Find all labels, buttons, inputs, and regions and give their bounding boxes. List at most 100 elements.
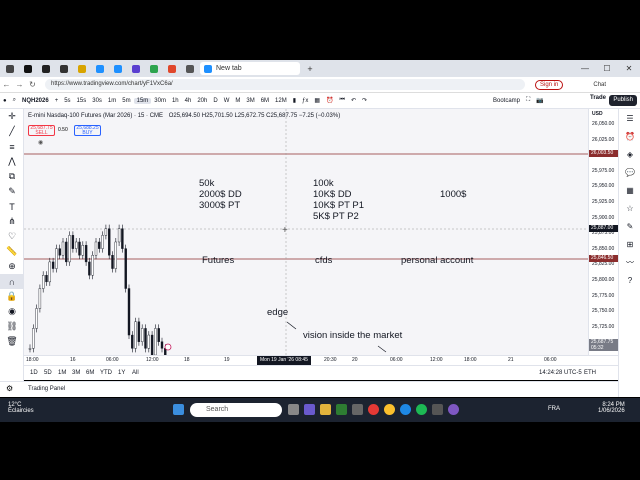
alert-icon[interactable]: ⏰: [323, 97, 336, 104]
arrow-vision[interactable]: [377, 345, 387, 353]
range-1D[interactable]: 1D: [30, 370, 38, 376]
buy-button[interactable]: 25,688.25 BUY: [74, 125, 101, 136]
browser-tab[interactable]: [74, 62, 90, 75]
layout-name[interactable]: Bootcamp: [490, 98, 523, 104]
watchlist-icon[interactable]: ☰: [619, 109, 640, 127]
crosshair-icon[interactable]: ✛: [0, 109, 24, 124]
interval-4h[interactable]: 4h: [182, 98, 195, 104]
browser-tab[interactable]: [56, 62, 72, 75]
note-futures[interactable]: Futures: [202, 255, 234, 266]
chart-pane[interactable]: + E-mini Nasdaq-100 Futures (Mar 2026) ·…: [24, 109, 588, 355]
forward-icon[interactable]: →: [13, 80, 26, 89]
note-personal[interactable]: personal account: [401, 255, 473, 266]
maximize-icon[interactable]: ☐: [596, 64, 618, 73]
arrow-edge[interactable]: [286, 321, 297, 330]
note-edge[interactable]: edge: [267, 307, 288, 318]
close-icon[interactable]: ✕: [618, 64, 640, 73]
grid-icon[interactable]: ⊞: [619, 235, 640, 253]
pattern-icon[interactable]: ⋀: [0, 154, 24, 169]
explorer-icon[interactable]: [320, 404, 331, 415]
taskview-icon[interactable]: [288, 404, 299, 415]
taskbar-clock[interactable]: 8:24 PM 1/06/2026: [598, 402, 625, 414]
teams-icon[interactable]: [304, 404, 315, 415]
range-1M[interactable]: 1M: [58, 370, 66, 376]
avatar[interactable]: ●: [0, 98, 10, 104]
snapshot-icon[interactable]: 📷: [533, 97, 546, 104]
spotify-icon[interactable]: [416, 404, 427, 415]
minimize-icon[interactable]: —: [574, 64, 596, 73]
trash-icon[interactable]: 🗑: [0, 334, 24, 349]
trendline-icon[interactable]: ╱: [0, 124, 24, 139]
heart-icon[interactable]: ♡: [0, 229, 24, 244]
opera-icon[interactable]: [368, 404, 379, 415]
interval-3M[interactable]: 3M: [243, 98, 257, 104]
sell-button[interactable]: 25,687.75 SELL: [28, 125, 55, 136]
app3-icon[interactable]: [448, 404, 459, 415]
event-marker[interactable]: [164, 343, 172, 351]
start-icon[interactable]: [173, 404, 184, 415]
interval-M[interactable]: M: [232, 98, 243, 104]
range-All[interactable]: All: [132, 370, 139, 376]
indicators-icon[interactable]: ƒx: [299, 98, 311, 104]
interval-5m[interactable]: 5m: [119, 98, 133, 104]
browser-tab[interactable]: [2, 62, 18, 75]
notes-icon[interactable]: ✎: [619, 217, 640, 235]
range-1Y[interactable]: 1Y: [118, 370, 125, 376]
range-3M[interactable]: 3M: [72, 370, 80, 376]
layers-icon[interactable]: ◈: [619, 145, 640, 163]
price-axis[interactable]: USD 26,050.0026,025.0026,000.0025,975.00…: [588, 109, 619, 355]
interval-D[interactable]: D: [210, 98, 220, 104]
note-1000[interactable]: 1000$: [440, 189, 466, 200]
fullscreen-icon[interactable]: ⛶: [523, 97, 533, 104]
browser-tab[interactable]: [38, 62, 54, 75]
trade-button[interactable]: Trade: [590, 95, 606, 101]
interval-30s[interactable]: 30s: [89, 98, 105, 104]
note-cfds[interactable]: cfds: [315, 255, 332, 266]
settings-icon[interactable]: ⚙: [6, 384, 13, 393]
signin-button[interactable]: Sign in: [535, 79, 564, 90]
chat-icon[interactable]: 💬: [619, 163, 640, 181]
interval-6M[interactable]: 6M: [258, 98, 272, 104]
range-YTD[interactable]: YTD: [100, 370, 112, 376]
range-5D[interactable]: 5D: [44, 370, 52, 376]
browser-tab[interactable]: [92, 62, 108, 75]
ideas-icon[interactable]: ☆: [619, 199, 640, 217]
publish-button[interactable]: Publish: [609, 95, 637, 106]
browser-tab[interactable]: [128, 62, 144, 75]
new-tab-button[interactable]: +: [302, 62, 318, 75]
search-icon[interactable]: ⌕: [10, 97, 19, 104]
interval-5s[interactable]: 5s: [61, 98, 73, 104]
lock-icon[interactable]: 🔒: [0, 289, 24, 304]
candle-type-icon[interactable]: ▮: [290, 97, 299, 104]
undo-icon[interactable]: ↶: [348, 97, 359, 104]
note-50k[interactable]: 50k 2000$ DD 3000$ PT: [199, 178, 242, 211]
chrome-icon[interactable]: [384, 404, 395, 415]
brush-icon[interactable]: ✎: [0, 184, 24, 199]
interval-15s[interactable]: 15s: [74, 98, 90, 104]
chart-canvas[interactable]: +: [24, 109, 588, 355]
reload-icon[interactable]: ↻: [26, 80, 39, 89]
add-symbol-icon[interactable]: +: [52, 98, 62, 104]
url-field[interactable]: https://www.tradingview.com/chart/yF1VxC…: [45, 79, 525, 90]
interval-W[interactable]: W: [221, 98, 233, 104]
browser-tab[interactable]: [182, 62, 198, 75]
browser-tab[interactable]: [164, 62, 180, 75]
weather-widget[interactable]: 12°C Éclaircies: [8, 402, 34, 414]
taskbar-search[interactable]: Search: [190, 403, 282, 417]
currency-label[interactable]: USD: [592, 111, 603, 117]
store-icon[interactable]: [352, 404, 363, 415]
range-6M[interactable]: 6M: [86, 370, 94, 376]
session[interactable]: ETH: [584, 370, 596, 376]
interval-12M[interactable]: 12M: [272, 98, 290, 104]
magnet-icon[interactable]: ∩: [0, 274, 24, 289]
forecast-icon[interactable]: ⧉: [0, 169, 24, 184]
alerts-icon[interactable]: ⏰: [619, 127, 640, 145]
symbol-search[interactable]: NQH2026: [19, 98, 52, 104]
eye-toggle-icon[interactable]: ◉: [38, 139, 43, 146]
replay-icon[interactable]: ⏮: [337, 97, 348, 104]
interval-15m[interactable]: 15m: [133, 97, 152, 104]
browser-tab[interactable]: [110, 62, 126, 75]
text-icon[interactable]: T: [0, 199, 24, 214]
help-icon[interactable]: ?: [619, 271, 640, 289]
time-axis[interactable]: 18:00 16 06:00 12:00 18 19 20:30 20 06:00 12:00 18…: [24, 355, 618, 365]
